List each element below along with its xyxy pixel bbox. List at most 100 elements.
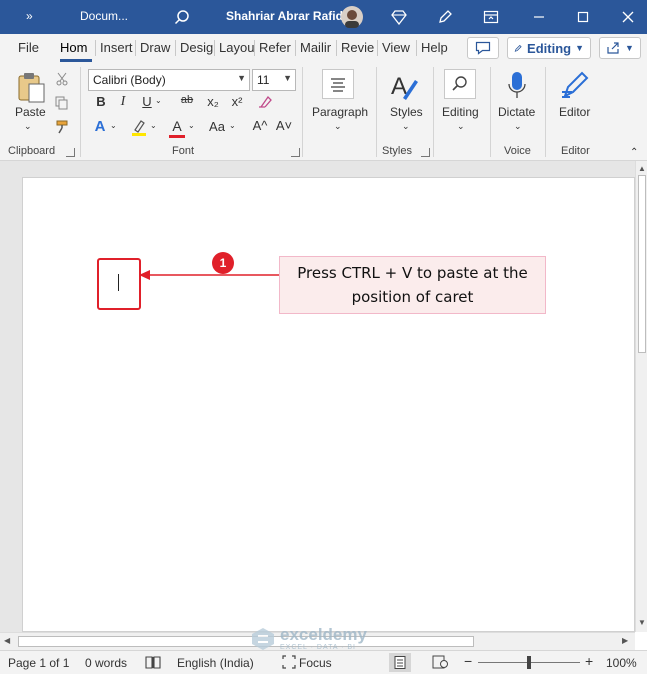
tab-view[interactable]: View bbox=[382, 40, 410, 55]
editing-label[interactable]: Editing bbox=[442, 105, 479, 119]
language-indicator[interactable]: English (India) bbox=[177, 656, 254, 670]
vertical-scroll-thumb[interactable] bbox=[638, 175, 646, 353]
chevron-down-icon[interactable]: ⌄ bbox=[229, 121, 236, 130]
document-page[interactable] bbox=[22, 177, 635, 632]
grow-font-button[interactable]: A^ bbox=[251, 118, 269, 133]
chevron-down-icon[interactable]: ⌄ bbox=[155, 96, 162, 105]
shrink-font-button[interactable]: A˅ bbox=[275, 118, 293, 133]
page-count[interactable]: Page 1 of 1 bbox=[8, 656, 69, 670]
tab-insert[interactable]: Insert bbox=[100, 40, 133, 55]
user-name[interactable]: Shahriar Abrar Rafid bbox=[226, 9, 343, 23]
pen-icon[interactable] bbox=[434, 0, 456, 34]
chevron-down-icon[interactable]: ⌄ bbox=[514, 121, 522, 132]
horizontal-scroll-thumb[interactable] bbox=[18, 636, 474, 647]
share-button[interactable]: ▼ bbox=[599, 37, 641, 59]
close-icon[interactable] bbox=[615, 0, 641, 34]
paragraph-icon[interactable] bbox=[322, 69, 354, 99]
focus-button[interactable]: Focus bbox=[299, 656, 332, 670]
tab-draw[interactable]: Draw bbox=[140, 40, 170, 55]
paste-icon[interactable] bbox=[14, 71, 48, 105]
font-size-select[interactable]: 11 ▼ bbox=[252, 69, 296, 91]
font-color-button[interactable]: A bbox=[168, 117, 186, 139]
ribbon-display-icon[interactable] bbox=[480, 0, 502, 34]
tab-file[interactable]: File bbox=[18, 40, 39, 55]
chevron-down-icon[interactable]: ⌄ bbox=[24, 121, 32, 132]
focus-icon[interactable] bbox=[282, 655, 296, 672]
underline-button[interactable]: U bbox=[140, 94, 154, 109]
zoom-slider-thumb[interactable] bbox=[527, 656, 531, 669]
editor-label[interactable]: Editor bbox=[559, 105, 590, 119]
chevron-down-icon[interactable]: ⌄ bbox=[110, 121, 117, 130]
pointer-arrow bbox=[139, 270, 280, 280]
font-group-label: Font bbox=[172, 145, 195, 157]
tab-references[interactable]: Refer bbox=[259, 40, 291, 55]
highlight-icon[interactable] bbox=[130, 118, 148, 138]
font-color-swatch bbox=[169, 134, 185, 138]
scroll-up-icon[interactable]: ▲ bbox=[638, 164, 646, 173]
diamond-icon[interactable] bbox=[388, 0, 410, 34]
document-title[interactable]: Docum... bbox=[80, 9, 128, 23]
title-bar: » Docum... Shahriar Abrar Rafid bbox=[0, 0, 647, 34]
editor-icon[interactable] bbox=[558, 69, 592, 103]
collapse-ribbon-icon[interactable]: ⌃ bbox=[630, 147, 638, 158]
scroll-right-icon[interactable]: ▶ bbox=[622, 636, 628, 645]
chevron-down-icon[interactable]: ⌄ bbox=[402, 121, 410, 132]
tab-mailings[interactable]: Mailir bbox=[300, 40, 331, 55]
styles-icon[interactable]: A bbox=[388, 69, 422, 103]
more-icon[interactable]: » bbox=[26, 9, 33, 23]
scroll-down-icon[interactable]: ▼ bbox=[638, 618, 646, 627]
paste-label[interactable]: Paste bbox=[15, 105, 46, 119]
find-icon[interactable] bbox=[444, 69, 476, 99]
vertical-scrollbar[interactable]: ▲ ▼ bbox=[635, 161, 647, 632]
copy-icon[interactable] bbox=[54, 95, 70, 111]
tab-review[interactable]: Revie bbox=[341, 40, 374, 55]
font-size-value: 11 bbox=[257, 73, 270, 87]
paragraph-label[interactable]: Paragraph bbox=[312, 105, 368, 119]
bold-button[interactable]: B bbox=[94, 94, 108, 109]
font-launcher-icon[interactable] bbox=[291, 148, 300, 157]
microphone-icon[interactable] bbox=[505, 69, 529, 103]
tab-divider bbox=[214, 40, 215, 56]
share-icon bbox=[607, 42, 619, 54]
font-name-select[interactable]: Calibri (Body) ▼ bbox=[88, 69, 250, 91]
superscript-button[interactable]: x² bbox=[229, 94, 245, 109]
search-icon[interactable] bbox=[170, 0, 194, 34]
clipboard-launcher-icon[interactable] bbox=[66, 148, 75, 157]
comments-button[interactable] bbox=[467, 37, 499, 59]
print-layout-button[interactable] bbox=[389, 653, 411, 672]
web-layout-icon[interactable] bbox=[432, 655, 448, 672]
maximize-icon[interactable] bbox=[570, 0, 596, 34]
group-divider bbox=[376, 67, 377, 157]
tab-divider bbox=[416, 40, 417, 56]
chevron-down-icon[interactable]: ⌄ bbox=[334, 121, 342, 132]
dictate-label[interactable]: Dictate bbox=[498, 105, 535, 119]
cut-icon[interactable] bbox=[54, 71, 70, 87]
subscript-button[interactable]: x₂ bbox=[205, 94, 221, 109]
zoom-in-button[interactable]: + bbox=[585, 653, 593, 669]
text-effects-button[interactable]: A bbox=[92, 118, 108, 135]
strikethrough-button[interactable]: ab bbox=[178, 94, 196, 106]
word-count[interactable]: 0 words bbox=[85, 656, 127, 670]
minimize-icon[interactable] bbox=[526, 0, 552, 34]
italic-button[interactable]: I bbox=[116, 94, 130, 110]
tab-help[interactable]: Help bbox=[421, 40, 448, 55]
chevron-down-icon[interactable]: ⌄ bbox=[188, 121, 195, 130]
avatar[interactable] bbox=[339, 0, 365, 34]
zoom-out-button[interactable]: − bbox=[464, 653, 472, 669]
change-case-button[interactable]: Aa bbox=[206, 119, 228, 134]
format-painter-icon[interactable] bbox=[54, 119, 70, 135]
chevron-down-icon: ▼ bbox=[237, 73, 246, 83]
tab-design[interactable]: Desig bbox=[180, 40, 213, 55]
styles-label[interactable]: Styles bbox=[390, 105, 423, 119]
tab-home[interactable]: Hom bbox=[60, 40, 87, 55]
clear-formatting-icon[interactable] bbox=[256, 94, 274, 110]
proofing-icon[interactable] bbox=[145, 655, 161, 673]
scroll-left-icon[interactable]: ◀ bbox=[4, 636, 10, 645]
tab-divider bbox=[95, 40, 96, 56]
styles-launcher-icon[interactable] bbox=[421, 148, 430, 157]
chevron-down-icon[interactable]: ⌄ bbox=[457, 121, 465, 132]
chevron-down-icon[interactable]: ⌄ bbox=[150, 121, 157, 130]
editing-mode-button[interactable]: Editing ▼ bbox=[507, 37, 591, 59]
tab-layout[interactable]: Layou bbox=[219, 40, 254, 55]
zoom-level[interactable]: 100% bbox=[606, 656, 637, 670]
